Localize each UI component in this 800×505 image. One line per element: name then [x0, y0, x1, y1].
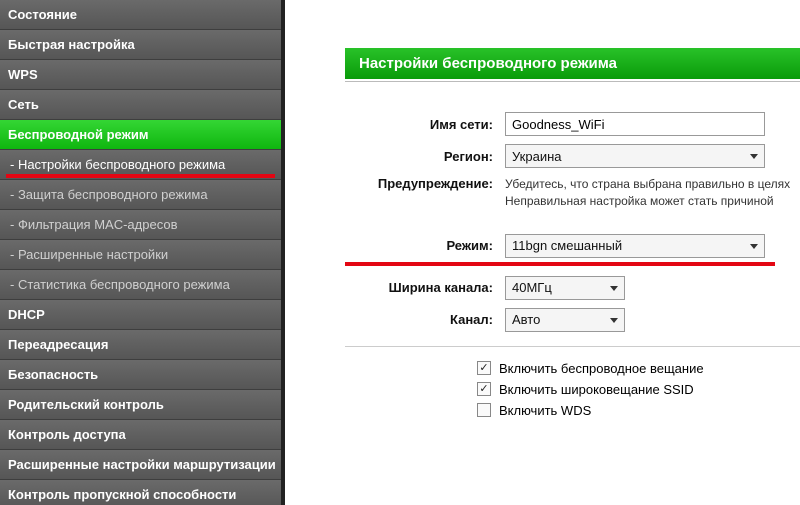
enable-wireless-label: Включить беспроводное вещание — [499, 361, 704, 376]
label-ssid: Имя сети: — [325, 117, 505, 132]
enable-wds-checkbox[interactable] — [477, 403, 491, 417]
sidebar-item-label: Контроль пропускной способности — [8, 487, 236, 502]
row-region: Регион: Украина — [325, 144, 800, 168]
wireless-form: Имя сети: Регион: Украина Предупреждение… — [325, 112, 800, 258]
title-divider — [345, 81, 800, 82]
sidebar-item-label: Родительский контроль — [8, 397, 164, 412]
region-select[interactable]: Украина — [505, 144, 765, 168]
row-enable-ssid-broadcast: Включить широковещание SSID — [477, 382, 800, 397]
sidebar-item-label: WPS — [8, 67, 38, 82]
sidebar-item-wireless[interactable]: Беспроводной режим — [0, 120, 281, 150]
mode-value: 11bgn смешанный — [512, 238, 622, 253]
sidebar-item-wireless-settings[interactable]: - Настройки беспроводного режима — [0, 150, 281, 180]
label-region: Регион: — [325, 149, 505, 164]
channel-select[interactable]: Авто — [505, 308, 625, 332]
sidebar-item-label: Переадресация — [8, 337, 108, 352]
label-channel: Канал: — [325, 312, 505, 327]
label-channel-width: Ширина канала: — [325, 280, 505, 295]
sidebar-item-status[interactable]: Состояние — [0, 0, 281, 30]
enable-wireless-checkbox[interactable] — [477, 361, 491, 375]
sidebar-item-label: Быстрая настройка — [8, 37, 135, 52]
divider — [345, 346, 800, 347]
label-warning: Предупреждение: — [325, 176, 505, 191]
row-channel-width: Ширина канала: 40МГц — [325, 276, 800, 300]
sidebar-item-access-control[interactable]: Контроль доступа — [0, 420, 281, 450]
mode-select[interactable]: 11bgn смешанный — [505, 234, 765, 258]
sidebar-item-bandwidth[interactable]: Контроль пропускной способности — [0, 480, 281, 505]
row-channel: Канал: Авто — [325, 308, 800, 332]
warning-text-1: Убедитесь, что страна выбрана правильно … — [505, 176, 800, 193]
row-warning: Предупреждение: Убедитесь, что страна вы… — [325, 176, 800, 210]
sidebar-item-label: Безопасность — [8, 367, 98, 382]
sidebar-item-label: DHCP — [8, 307, 45, 322]
sidebar-item-security[interactable]: Безопасность — [0, 360, 281, 390]
sidebar-item-wireless-security[interactable]: - Защита беспроводного режима — [0, 180, 281, 210]
enable-ssid-broadcast-checkbox[interactable] — [477, 382, 491, 396]
sidebar-item-quick-setup[interactable]: Быстрая настройка — [0, 30, 281, 60]
sidebar-item-label: - Настройки беспроводного режима — [10, 157, 225, 172]
sidebar-item-forwarding[interactable]: Переадресация — [0, 330, 281, 360]
sidebar-item-wps[interactable]: WPS — [0, 60, 281, 90]
sidebar-item-label: - Расширенные настройки — [10, 247, 168, 262]
row-enable-wds: Включить WDS — [477, 403, 800, 418]
page-title: Настройки беспроводного режима — [345, 48, 800, 79]
sidebar-item-mac-filter[interactable]: - Фильтрация MAC-адресов — [0, 210, 281, 240]
sidebar-item-label: Сеть — [8, 97, 39, 112]
sidebar-item-label: - Защита беспроводного режима — [10, 187, 208, 202]
channel-value: Авто — [512, 312, 540, 327]
region-value: Украина — [512, 149, 562, 164]
channel-width-value: 40МГц — [512, 280, 552, 295]
warning-text-2: Неправильная настройка может стать причи… — [505, 193, 800, 210]
sidebar-item-parental[interactable]: Родительский контроль — [0, 390, 281, 420]
wireless-form-2: Ширина канала: 40МГц Канал: Авто — [325, 276, 800, 332]
sidebar-item-label: Контроль доступа — [8, 427, 126, 442]
sidebar-item-dhcp[interactable]: DHCP — [0, 300, 281, 330]
sidebar-item-label: Состояние — [8, 7, 77, 22]
sidebar-item-advanced[interactable]: - Расширенные настройки — [0, 240, 281, 270]
sidebar-item-network[interactable]: Сеть — [0, 90, 281, 120]
sidebar-item-label: Беспроводной режим — [8, 127, 148, 142]
ssid-input[interactable] — [505, 112, 765, 136]
sidebar-item-label: - Фильтрация MAC-адресов — [10, 217, 177, 232]
main-panel: Настройки беспроводного режима Имя сети:… — [285, 0, 800, 505]
channel-width-select[interactable]: 40МГц — [505, 276, 625, 300]
label-mode: Режим: — [325, 238, 505, 253]
row-enable-wireless: Включить беспроводное вещание — [477, 361, 800, 376]
sidebar-item-label: - Статистика беспроводного режима — [10, 277, 230, 292]
sidebar: Состояние Быстрая настройка WPS Сеть Бес… — [0, 0, 285, 505]
enable-ssid-broadcast-label: Включить широковещание SSID — [499, 382, 694, 397]
sidebar-item-routing[interactable]: Расширенные настройки маршрутизации — [0, 450, 281, 480]
sidebar-item-wireless-stats[interactable]: - Статистика беспроводного режима — [0, 270, 281, 300]
sidebar-item-label: Расширенные настройки маршрутизации — [8, 457, 276, 472]
enable-wds-label: Включить WDS — [499, 403, 591, 418]
row-ssid: Имя сети: — [325, 112, 800, 136]
row-mode: Режим: 11bgn смешанный — [325, 234, 800, 258]
mode-highlight-underline — [345, 262, 775, 266]
